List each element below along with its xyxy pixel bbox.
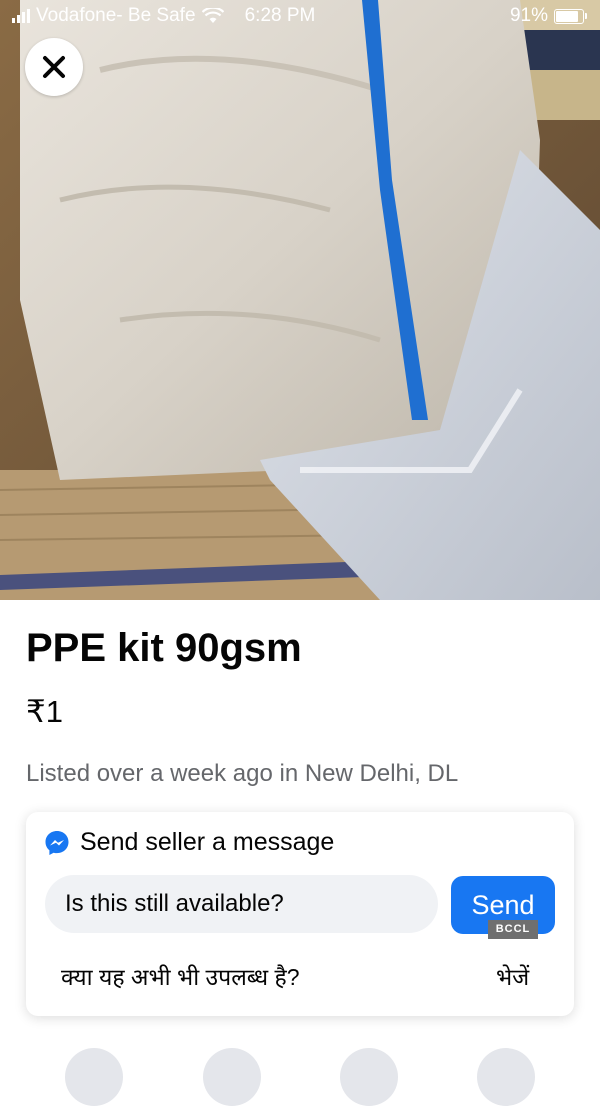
message-seller-card: Send seller a message Send क्या यह अभी भ… <box>26 812 574 1016</box>
message-input[interactable] <box>45 875 438 933</box>
watermark-label: BCCL <box>488 920 538 939</box>
action-button-4[interactable] <box>477 1048 535 1106</box>
listing-price: ₹1 <box>26 694 63 729</box>
status-time: 6:28 PM <box>244 5 316 26</box>
action-button-2[interactable] <box>203 1048 261 1106</box>
hindi-send-text: भेजें <box>496 964 530 990</box>
close-button[interactable] <box>25 38 83 96</box>
action-buttons-row <box>0 1048 600 1106</box>
battery-percent: 91% <box>509 5 548 26</box>
close-icon <box>43 56 65 78</box>
action-button-3[interactable] <box>340 1048 398 1106</box>
status-right: 91% <box>509 5 587 27</box>
product-photo[interactable] <box>0 0 600 600</box>
listing-meta: Listed over a week ago in New Delhi, DL <box>26 760 459 787</box>
battery-icon <box>554 8 587 24</box>
product-photo-image <box>0 0 600 600</box>
message-card-heading: Send seller a message <box>80 828 335 856</box>
action-button-1[interactable] <box>65 1048 123 1106</box>
message-card-header: Send seller a message <box>44 828 334 857</box>
battery-fill <box>556 10 578 22</box>
hindi-message-text: क्या यह अभी भी उपलब्ध है? <box>61 964 300 990</box>
listing-title: PPE kit 90gsm <box>26 626 302 670</box>
status-bar: Vodafone- Be Safe 6:28 PM 91% <box>0 0 600 34</box>
messenger-icon <box>45 830 69 855</box>
